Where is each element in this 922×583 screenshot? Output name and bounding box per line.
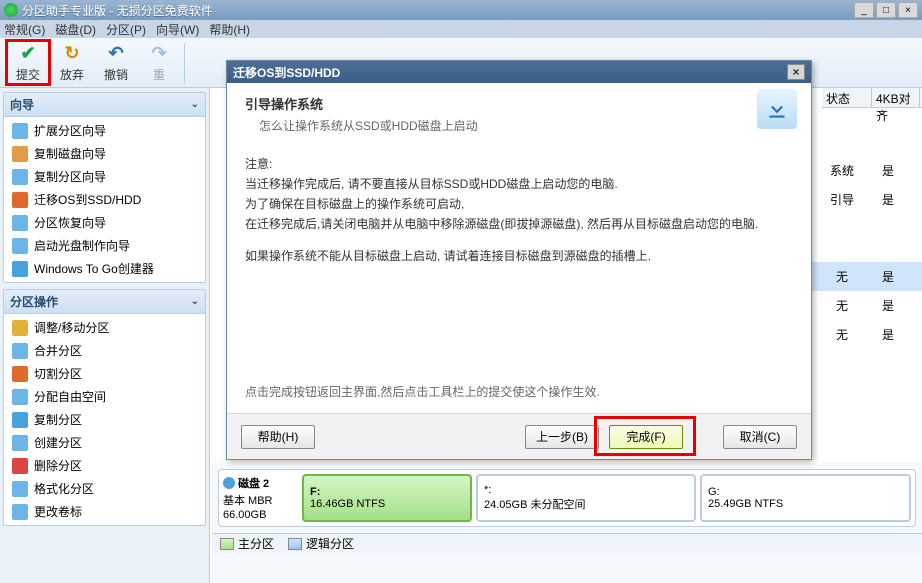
partition-f[interactable]: F: 16.46GB NTFS — [302, 474, 472, 522]
copy-part-icon — [12, 169, 28, 185]
disk-info: 磁盘 2 基本 MBR 66.00GB — [223, 474, 298, 522]
wizard-item-copy-part[interactable]: 复制分区向导 — [4, 165, 205, 188]
disk-icon — [12, 123, 28, 139]
redo-icon: ↷ — [148, 42, 170, 64]
abandon-button[interactable]: ↻ 放弃 — [50, 40, 94, 85]
create-icon — [12, 435, 28, 451]
menu-help[interactable]: 帮助(H) — [209, 21, 250, 38]
format-icon — [12, 481, 28, 497]
dialog-titlebar[interactable]: 迁移OS到SSD/HDD × — [227, 61, 811, 83]
wizard-item-copy-disk[interactable]: 复制磁盘向导 — [4, 142, 205, 165]
help-button[interactable]: 帮助(H) — [241, 425, 315, 449]
finish-button[interactable]: 完成(F) — [609, 425, 683, 449]
legend-logical-swatch — [288, 538, 302, 550]
cd-icon — [12, 238, 28, 254]
menu-bar: 常规(G) 磁盘(D) 分区(P) 向导(W) 帮助(H) — [0, 20, 922, 38]
menu-general[interactable]: 常规(G) — [4, 21, 45, 38]
dialog-close-button[interactable]: × — [787, 64, 805, 80]
close-button[interactable]: × — [898, 2, 918, 18]
table-row[interactable]: 无是 — [812, 291, 922, 320]
disk-icon — [223, 477, 235, 489]
wizard-panel: 向导 ⌄ 扩展分区向导 复制磁盘向导 复制分区向导 迁移OS到SSD/HDD 分… — [3, 92, 206, 283]
left-sidebar: 向导 ⌄ 扩展分区向导 复制磁盘向导 复制分区向导 迁移OS到SSD/HDD 分… — [0, 88, 210, 583]
window-titlebar: 分区助手专业版 - 无损分区免费软件 _ □ × — [0, 0, 922, 20]
wizard-item-bootcd[interactable]: 启动光盘制作向导 — [4, 234, 205, 257]
menu-wizard[interactable]: 向导(W) — [156, 21, 199, 38]
copy-icon — [12, 412, 28, 428]
op-split[interactable]: 切割分区 — [4, 362, 205, 385]
download-icon — [757, 89, 797, 129]
check-icon: ✔ — [17, 42, 39, 64]
wizard-item-recover[interactable]: 分区恢复向导 — [4, 211, 205, 234]
migrate-icon — [12, 192, 28, 208]
partition-list: 系统是 引导是 无是 无是 无是 — [812, 108, 922, 349]
cancel-button[interactable]: 取消(C) — [723, 425, 797, 449]
collapse-icon: ⌄ — [191, 296, 199, 307]
copy-disk-icon — [12, 146, 28, 162]
minimize-button[interactable]: _ — [854, 2, 874, 18]
op-allocate[interactable]: 分配自由空间 — [4, 385, 205, 408]
menu-disk[interactable]: 磁盘(D) — [55, 21, 96, 38]
redo-button[interactable]: ↷ 重 — [138, 40, 180, 85]
disk-2-box: 磁盘 2 基本 MBR 66.00GB F: 16.46GB NTFS *: 2… — [218, 469, 916, 527]
partition-list-header: 状态 4KB对齐 — [822, 88, 922, 108]
op-format[interactable]: 格式化分区 — [4, 477, 205, 500]
op-resize[interactable]: 调整/移动分区 — [4, 316, 205, 339]
table-row[interactable]: 系统是 — [812, 156, 922, 185]
op-copy[interactable]: 复制分区 — [4, 408, 205, 431]
partition-g[interactable]: G: 25.49GB NTFS — [700, 474, 911, 522]
table-row[interactable]: 无是 — [812, 262, 922, 291]
menu-partition[interactable]: 分区(P) — [106, 21, 146, 38]
resize-icon — [12, 320, 28, 336]
op-merge[interactable]: 合并分区 — [4, 339, 205, 362]
wizard-panel-header[interactable]: 向导 ⌄ — [4, 93, 205, 117]
label-icon — [12, 504, 28, 520]
toolbar-separator — [184, 43, 185, 83]
wizard-item-wintogo[interactable]: Windows To Go创建器 — [4, 257, 205, 280]
table-row[interactable]: 无是 — [812, 320, 922, 349]
table-row[interactable]: 引导是 — [812, 185, 922, 214]
wizard-item-extend[interactable]: 扩展分区向导 — [4, 119, 205, 142]
wizard-item-migrate-os[interactable]: 迁移OS到SSD/HDD — [4, 188, 205, 211]
collapse-icon: ⌄ — [191, 99, 199, 110]
allocate-icon — [12, 389, 28, 405]
disk-map-area: 磁盘 2 基本 MBR 66.00GB F: 16.46GB NTFS *: 2… — [212, 463, 922, 583]
op-create[interactable]: 创建分区 — [4, 431, 205, 454]
refresh-icon: ↻ — [61, 42, 83, 64]
migrate-os-dialog: 迁移OS到SSD/HDD × 引导操作系统 怎么让操作系统从SSD或HDD磁盘上… — [226, 60, 812, 460]
maximize-button[interactable]: □ — [876, 2, 896, 18]
partition-unallocated[interactable]: *: 24.05GB 未分配空间 — [476, 474, 696, 522]
usb-icon — [12, 261, 28, 277]
split-icon — [12, 366, 28, 382]
recover-icon — [12, 215, 28, 231]
app-icon — [4, 3, 18, 17]
merge-icon — [12, 343, 28, 359]
undo-button[interactable]: ↶ 撤销 — [94, 40, 138, 85]
op-delete[interactable]: 删除分区 — [4, 454, 205, 477]
ops-panel: 分区操作 ⌄ 调整/移动分区 合并分区 切割分区 分配自由空间 复制分区 创建分… — [3, 289, 206, 526]
delete-icon — [12, 458, 28, 474]
legend-bar: 主分区 逻辑分区 — [212, 533, 922, 553]
op-label[interactable]: 更改卷标 — [4, 500, 205, 523]
undo-icon: ↶ — [105, 42, 127, 64]
dialog-body: 引导操作系统 怎么让操作系统从SSD或HDD磁盘上启动 注意: 当迁移操作完成后… — [227, 83, 811, 413]
submit-button[interactable]: ✔ 提交 — [6, 40, 50, 85]
legend-primary-swatch — [220, 538, 234, 550]
window-title: 分区助手专业版 - 无损分区免费软件 — [22, 2, 854, 19]
prev-button[interactable]: 上一步(B) — [525, 425, 599, 449]
ops-panel-header[interactable]: 分区操作 ⌄ — [4, 290, 205, 314]
dialog-footer: 帮助(H) 上一步(B) 完成(F) 取消(C) — [227, 413, 811, 459]
